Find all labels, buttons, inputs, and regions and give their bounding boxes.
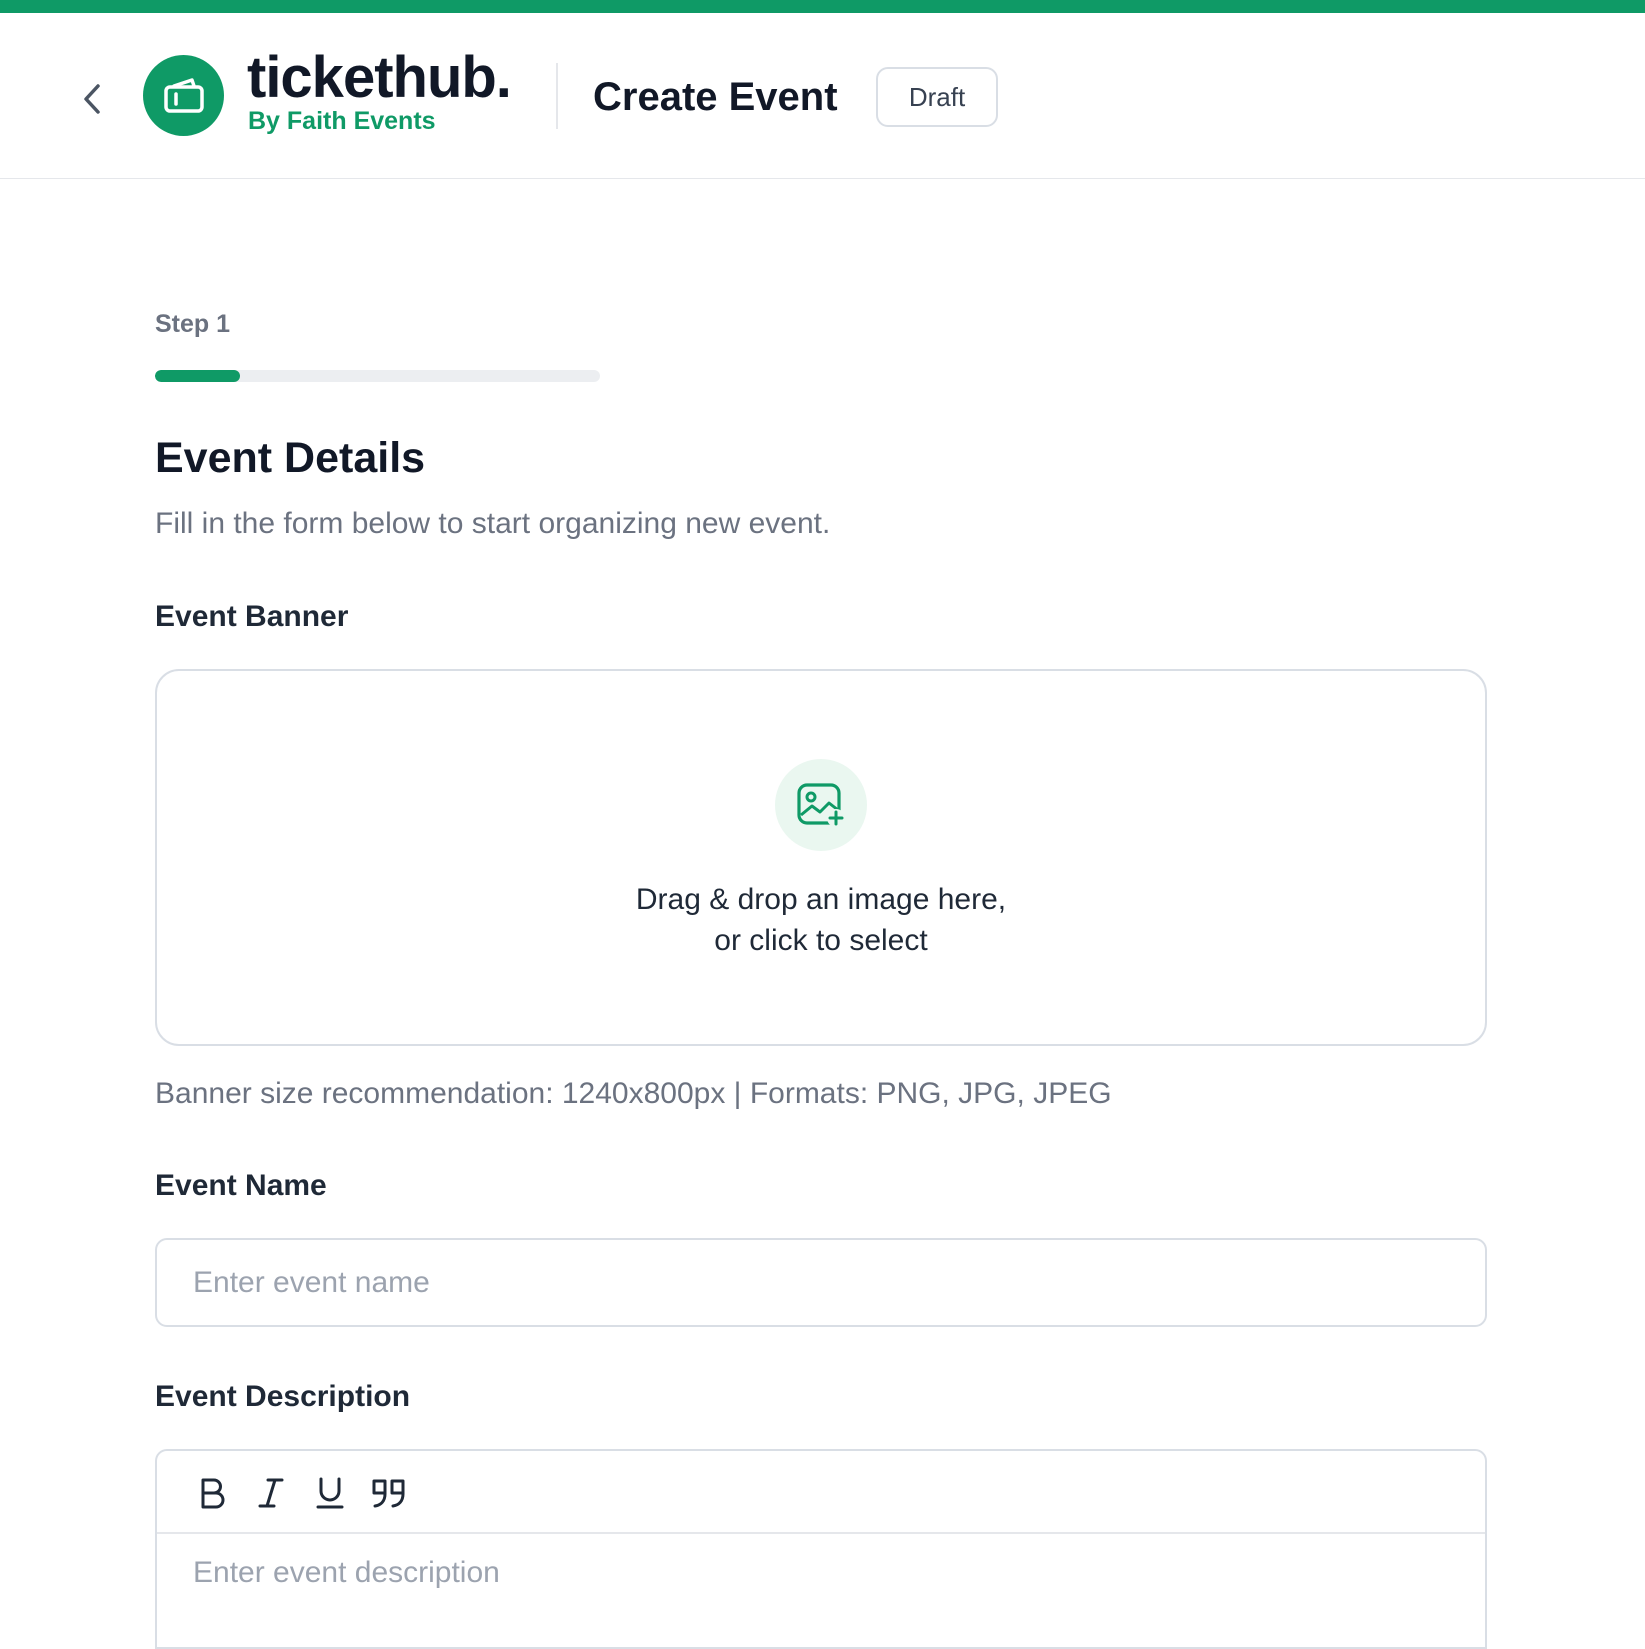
- underline-button[interactable]: [308, 1471, 352, 1515]
- bold-icon: [201, 1478, 225, 1509]
- header-divider: [556, 63, 558, 129]
- step-progress-fill: [155, 370, 240, 382]
- description-editor: [155, 1449, 1487, 1649]
- brand-logo: [143, 55, 224, 136]
- section-title: Event Details: [155, 434, 426, 482]
- step-label: Step 1: [155, 310, 231, 338]
- banner-hint: Banner size recommendation: 1240x800px |…: [155, 1077, 1112, 1110]
- event-name-input[interactable]: [155, 1238, 1487, 1327]
- chevron-left-icon: [84, 84, 100, 114]
- underline-icon: [316, 1477, 344, 1509]
- ticket-icon: [163, 77, 204, 113]
- top-accent-bar: [0, 0, 1645, 13]
- page-title: Create Event: [593, 75, 838, 119]
- italic-button[interactable]: [249, 1471, 293, 1515]
- drop-icon-container: [775, 759, 867, 851]
- status-badge: Draft: [876, 67, 998, 127]
- editor-toolbar: [157, 1451, 1485, 1534]
- event-name-label: Event Name: [155, 1169, 327, 1202]
- image-add-icon: [797, 783, 845, 827]
- brand-name: tickethub.: [247, 45, 512, 110]
- event-description-input[interactable]: [157, 1536, 1485, 1636]
- event-banner-label: Event Banner: [155, 600, 349, 633]
- step-progress-bar: [155, 370, 600, 382]
- italic-icon: [258, 1478, 284, 1508]
- section-subtitle: Fill in the form below to start organizi…: [155, 507, 831, 540]
- dropzone-text-line1: Drag & drop an image here,: [635, 883, 1007, 916]
- back-button[interactable]: [72, 79, 112, 119]
- quote-button[interactable]: [367, 1471, 411, 1515]
- app-header: tickethub. By Faith Events Create Event …: [0, 13, 1645, 179]
- quote-icon: [372, 1479, 405, 1508]
- dropzone-text-line2: or click to select: [714, 924, 928, 957]
- brand-subtitle: By Faith Events: [248, 107, 436, 135]
- bold-button[interactable]: [190, 1471, 234, 1515]
- event-description-label: Event Description: [155, 1380, 411, 1413]
- banner-dropzone[interactable]: Drag & drop an image here, or click to s…: [155, 669, 1487, 1046]
